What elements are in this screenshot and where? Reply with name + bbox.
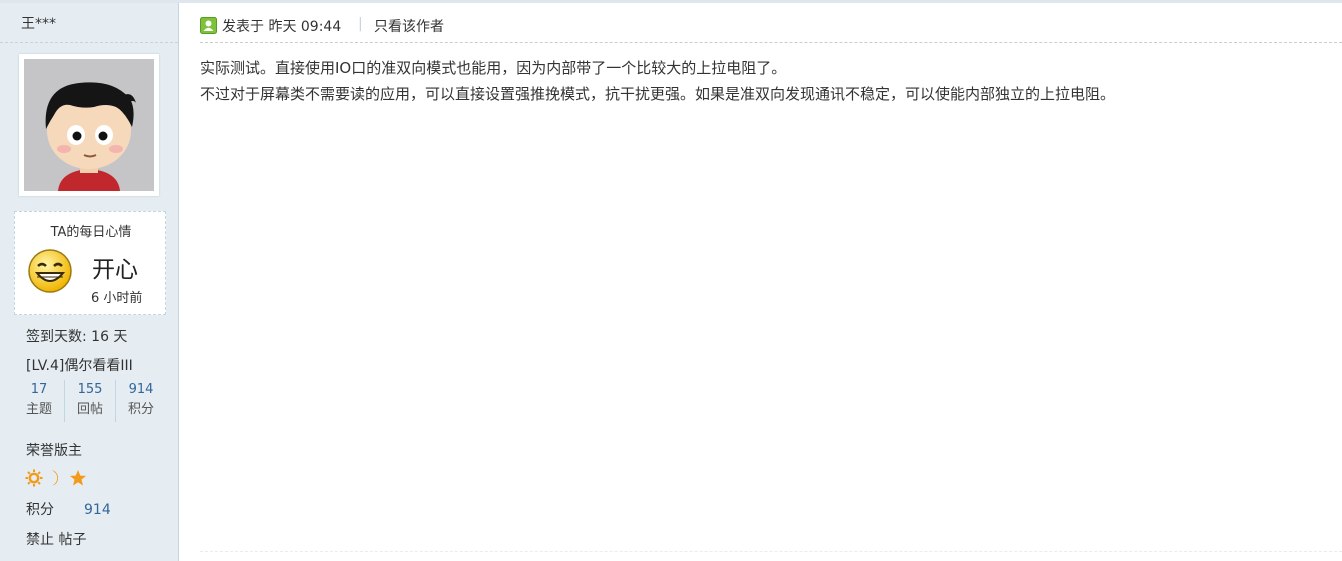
score-row: 积分 914	[26, 499, 111, 519]
daily-mood-box: TA的每日心情 开心 6 小时前	[14, 211, 166, 315]
mood-time: 6 小时前	[91, 291, 143, 306]
author-only-link[interactable]: 只看该作者	[374, 16, 444, 36]
cartoon-boy-avatar-icon	[24, 59, 154, 191]
mood-text: 开心	[92, 257, 138, 283]
user-group[interactable]: 荣誉版主	[26, 440, 82, 460]
moon-icon	[52, 470, 58, 486]
posted-label: 发表于	[222, 19, 264, 35]
avatar[interactable]	[19, 54, 159, 196]
meta-separator: |	[358, 16, 363, 32]
rank-medals	[25, 469, 87, 487]
user-level[interactable]: [LV.4]偶尔看看III	[26, 355, 133, 375]
stat-replies[interactable]: 155 回帖	[64, 380, 115, 422]
post-line: 实际测试。直接使用IO口的准双向模式也能用，因为内部带了一个比较大的上拉电阻了。	[200, 59, 787, 77]
author-name[interactable]: 王***	[0, 3, 178, 43]
mood-title: TA的每日心情	[50, 225, 132, 240]
post-line: 不过对于屏幕类不需要读的应用，可以直接设置强推挽模式，抗干扰更强。如果是准双向发…	[200, 85, 1116, 103]
post-time: 发表于 昨天 09:44	[222, 16, 341, 36]
stat-points-label: 积分	[127, 402, 154, 417]
post-content-area: 发表于 昨天 09:44 | 只看该作者 实际测试。直接使用IO口的准双向模式也…	[200, 3, 1342, 561]
stat-threads-label: 主题	[25, 402, 52, 417]
stat-threads[interactable]: 17 主题	[14, 380, 64, 422]
checkin-days: 签到天数: 16 天	[26, 329, 128, 345]
stat-replies-label: 回帖	[76, 402, 103, 417]
post-body: 实际测试。直接使用IO口的准双向模式也能用，因为内部带了一个比较大的上拉电阻了。…	[200, 55, 1342, 107]
score-label: 积分	[26, 502, 54, 518]
stat-points-count[interactable]: 914	[116, 380, 166, 400]
online-user-icon	[200, 17, 217, 34]
post-bottom-divider	[200, 551, 1342, 552]
post-meta-bar: 发表于 昨天 09:44 | 只看该作者	[200, 3, 1342, 43]
score-value: 914	[84, 502, 111, 518]
sun-icon	[25, 469, 43, 487]
star-icon	[70, 470, 86, 486]
laughing-face-icon	[28, 249, 72, 293]
stat-replies-count[interactable]: 155	[65, 380, 115, 400]
posted-time: 昨天 09:44	[268, 19, 342, 35]
author-sidebar: 王*** TA的每日心情 开心 6 小时前 签到天数: 16 天 [LV.4]偶…	[0, 3, 179, 561]
admin-actions[interactable]: 禁止 帖子	[26, 529, 86, 549]
stat-points[interactable]: 914 积分	[115, 380, 166, 422]
user-stats: 17 主题 155 回帖 914 积分	[14, 380, 166, 422]
stat-threads-count[interactable]: 17	[14, 380, 64, 400]
